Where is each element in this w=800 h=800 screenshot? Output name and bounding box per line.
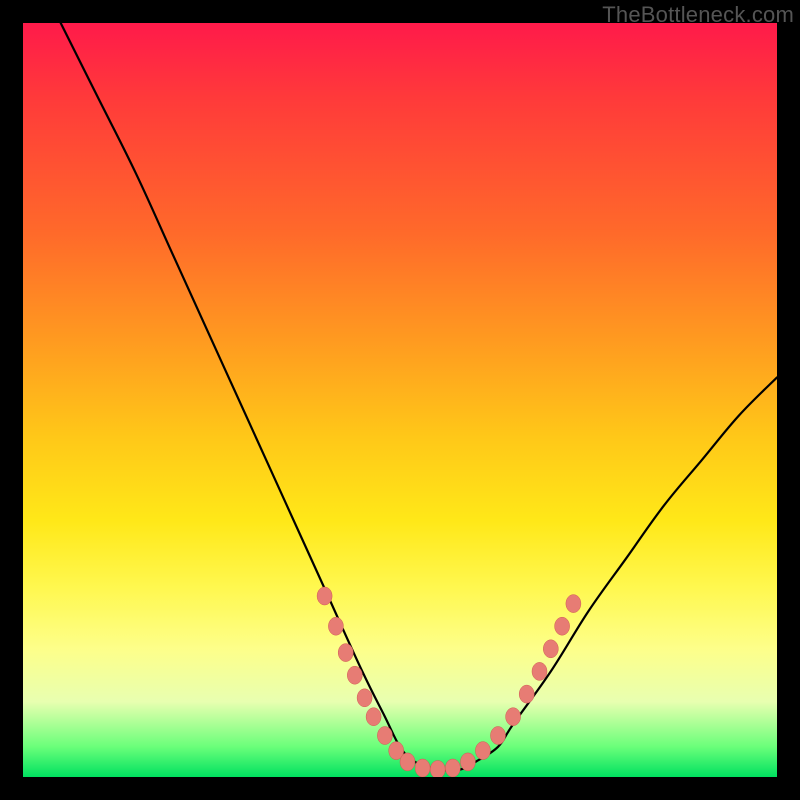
curve-marker [415,759,430,777]
curve-marker [491,727,506,745]
curve-marker [377,727,392,745]
curve-marker [475,742,490,760]
curve-marker [543,640,558,658]
curve-marker [328,617,343,635]
chart-frame [23,23,777,777]
chart-svg [23,23,777,777]
curve-markers [317,587,581,777]
curve-marker [532,662,547,680]
curve-marker [430,761,445,778]
curve-marker [317,587,332,605]
curve-marker [555,617,570,635]
curve-marker [506,708,521,726]
curve-marker [338,644,353,662]
curve-marker [519,685,534,703]
curve-marker [566,595,581,613]
curve-marker [357,689,372,707]
curve-marker [347,666,362,684]
curve-marker [400,753,415,771]
watermark-text: TheBottleneck.com [602,2,794,28]
curve-marker [445,759,460,777]
bottleneck-curve [61,23,777,770]
curve-marker [366,708,381,726]
curve-marker [460,753,475,771]
